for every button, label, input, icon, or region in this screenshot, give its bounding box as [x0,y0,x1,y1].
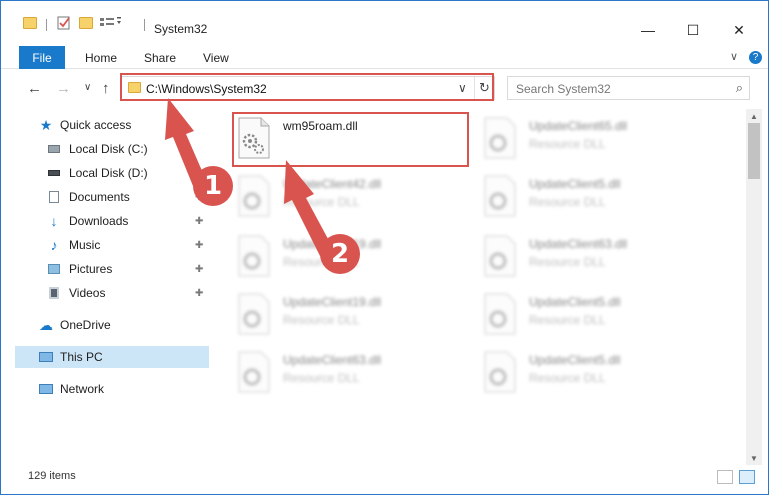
annotation-step-1: 1 [193,166,233,206]
annotation-arrows [165,98,334,256]
annotation-step-2: 2 [320,234,360,274]
